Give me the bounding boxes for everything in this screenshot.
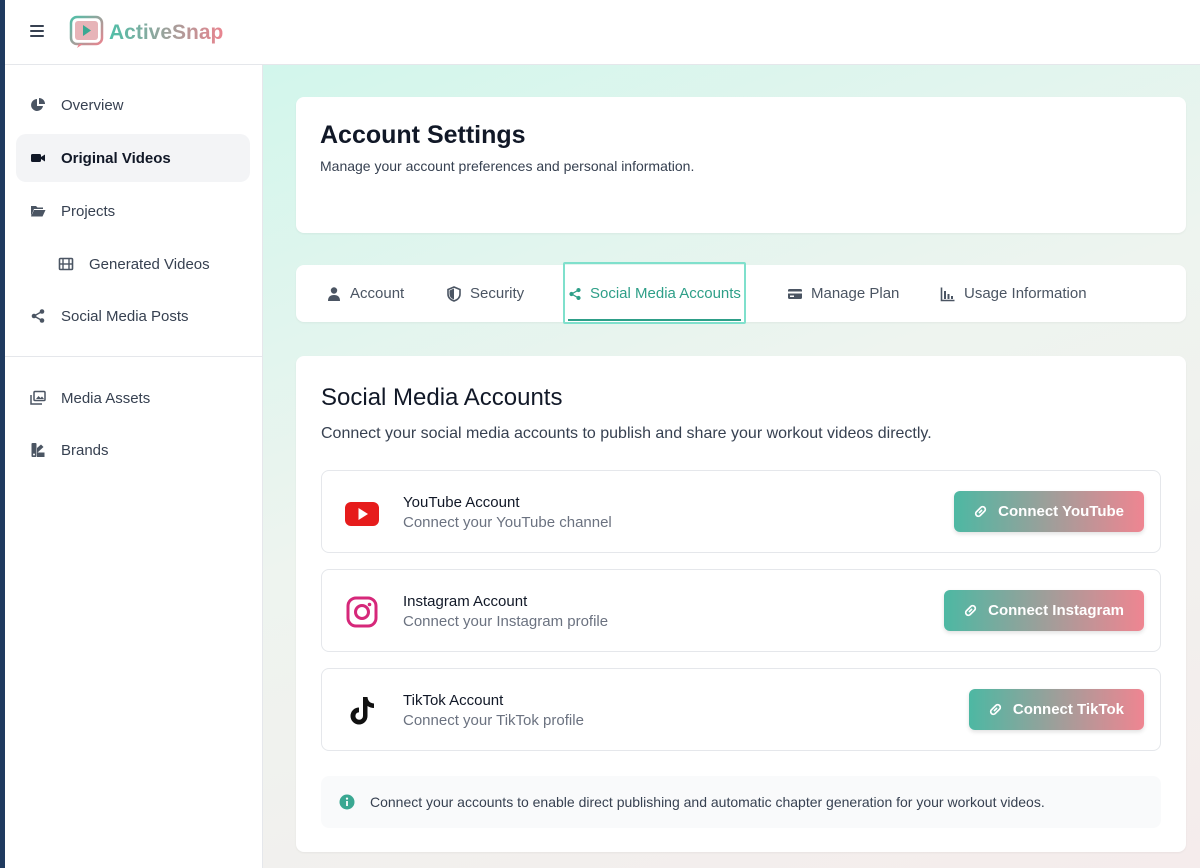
- logo[interactable]: ActiveSnap: [69, 15, 223, 50]
- tab-security[interactable]: Security: [446, 265, 524, 322]
- connect-instagram-button[interactable]: Connect Instagram: [944, 590, 1144, 631]
- page-title: Account Settings: [320, 121, 526, 149]
- images-icon: [30, 390, 46, 405]
- app-window: ActiveSnap Overview Original Videos Proj…: [5, 0, 1200, 868]
- sidebar-item-label: Overview: [61, 96, 124, 114]
- folder-open-icon: [31, 206, 46, 217]
- shield-icon: [447, 285, 461, 302]
- settings-header-card: Account Settings Manage your account pre…: [296, 97, 1186, 233]
- tab-label: Account: [350, 285, 405, 302]
- sidebar-item-label: Projects: [61, 202, 116, 220]
- menu-icon[interactable]: [30, 25, 44, 39]
- tab-label: Usage Information: [964, 285, 1087, 302]
- account-description: Connect your Instagram profile: [403, 613, 609, 630]
- sidebar-item-generated-videos[interactable]: Generated Videos: [16, 240, 250, 288]
- tab-social-media-accounts[interactable]: Social Media Accounts: [563, 262, 746, 324]
- instagram-account-row: Instagram Account Connect your Instagram…: [321, 569, 1161, 652]
- sidebar-item-label: Social Media Posts: [61, 307, 189, 325]
- page-subtitle: Manage your account preferences and pers…: [320, 158, 695, 174]
- tab-manage-plan[interactable]: Manage Plan: [787, 265, 899, 322]
- logo-play-icon: [69, 15, 104, 48]
- main-content: Account Settings Manage your account pre…: [263, 65, 1200, 868]
- sidebar-item-label: Media Assets: [61, 389, 151, 407]
- tiktok-icon: [350, 697, 374, 725]
- info-icon: [339, 794, 355, 810]
- credit-card-icon: [788, 288, 802, 299]
- button-label: Connect Instagram: [988, 602, 1124, 619]
- settings-tabs: Account Security Social Media Accounts M…: [296, 262, 1186, 324]
- account-description: Connect your YouTube channel: [403, 514, 612, 531]
- tab-active-underline: [568, 319, 741, 321]
- film-icon: [58, 257, 74, 271]
- sidebar-item-media-assets[interactable]: Media Assets: [16, 374, 250, 422]
- top-bar: ActiveSnap: [5, 0, 1200, 65]
- sidebar-item-label: Generated Videos: [89, 255, 210, 273]
- sidebar-divider: [5, 356, 263, 357]
- youtube-icon: [345, 502, 379, 526]
- palette-icon: [31, 443, 45, 457]
- account-name: TikTok Account: [403, 692, 504, 709]
- bar-chart-icon: [940, 287, 955, 301]
- section-subtitle: Connect your social media accounts to pu…: [321, 425, 932, 442]
- account-name: YouTube Account: [403, 494, 520, 511]
- social-accounts-card: Social Media Accounts Connect your socia…: [296, 356, 1186, 852]
- sidebar-item-label: Original Videos: [61, 149, 171, 167]
- tab-label: Security: [470, 285, 525, 302]
- link-icon: [975, 505, 987, 518]
- tab-focus-ring: [563, 262, 746, 324]
- account-name: Instagram Account: [403, 593, 528, 610]
- share-icon: [31, 309, 45, 323]
- tab-account[interactable]: Account: [326, 265, 404, 322]
- tiktok-account-row: TikTok Account Connect your TikTok profi…: [321, 668, 1161, 751]
- connect-tiktok-button[interactable]: Connect TikTok: [968, 689, 1144, 730]
- tab-usage-information[interactable]: Usage Information: [940, 265, 1087, 322]
- sidebar-item-label: Brands: [61, 441, 109, 459]
- sidebar: Overview Original Videos Projects Genera…: [5, 65, 263, 868]
- sidebar-item-overview[interactable]: Overview: [16, 81, 250, 129]
- user-icon: [328, 286, 340, 301]
- connect-youtube-button[interactable]: Connect YouTube: [954, 491, 1144, 532]
- section-title: Social Media Accounts: [321, 384, 563, 411]
- tab-label: Manage Plan: [811, 285, 900, 302]
- account-description: Connect your TikTok profile: [403, 712, 584, 729]
- sidebar-item-social-media-posts[interactable]: Social Media Posts: [16, 292, 250, 340]
- sidebar-item-original-videos[interactable]: Original Videos: [16, 134, 250, 182]
- video-camera-icon: [31, 154, 45, 162]
- app-name: ActiveSnap: [109, 20, 224, 44]
- instagram-icon: [346, 596, 378, 628]
- sidebar-item-projects[interactable]: Projects: [16, 187, 250, 235]
- button-label: Connect YouTube: [998, 503, 1124, 520]
- info-notice: Connect your accounts to enable direct p…: [321, 776, 1161, 828]
- pie-chart-icon: [31, 98, 45, 111]
- sidebar-item-brands[interactable]: Brands: [16, 426, 250, 474]
- youtube-account-row: YouTube Account Connect your YouTube cha…: [321, 470, 1161, 553]
- link-icon: [965, 604, 977, 617]
- link-icon: [989, 703, 1001, 716]
- button-label: Connect TikTok: [1012, 701, 1124, 718]
- info-text: Connect your accounts to enable direct p…: [370, 794, 1045, 810]
